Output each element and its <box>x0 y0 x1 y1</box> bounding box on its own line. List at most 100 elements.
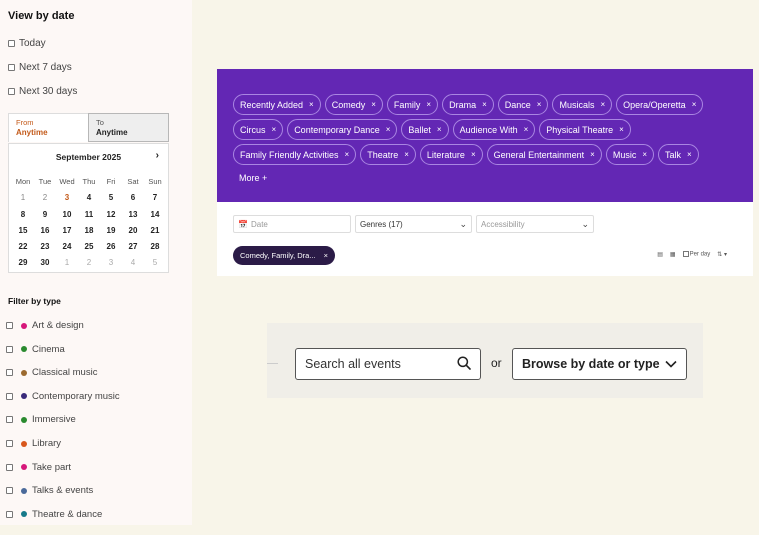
remove-tag-icon[interactable]: × <box>687 150 692 159</box>
checkbox[interactable] <box>6 510 13 518</box>
date-option-today[interactable]: Today <box>8 38 46 49</box>
remove-tag-icon[interactable]: × <box>524 125 529 134</box>
remove-tag-icon[interactable]: × <box>426 100 431 109</box>
date-option-next-7-days[interactable]: Next 7 days <box>8 62 72 73</box>
genre-tag[interactable]: Literature × <box>419 144 483 165</box>
calendar-day[interactable]: 28 <box>144 240 166 253</box>
calendar-day[interactable]: 13 <box>122 208 144 221</box>
calendar-day[interactable]: 25 <box>78 240 100 253</box>
checkbox[interactable] <box>6 487 13 495</box>
calendar-day[interactable]: 7 <box>144 191 166 204</box>
checkbox[interactable] <box>6 369 13 377</box>
remove-tag-icon[interactable]: × <box>345 150 350 159</box>
genre-tag[interactable]: Comedy × <box>324 94 383 115</box>
calendar-day[interactable]: 17 <box>56 224 78 237</box>
calendar-day[interactable]: 18 <box>78 224 100 237</box>
search-icon[interactable] <box>457 355 471 373</box>
genre-tag[interactable]: Recently Added × <box>233 94 321 115</box>
date-option-next-30-days[interactable]: Next 30 days <box>8 86 77 97</box>
range-from-field[interactable]: From Anytime <box>8 113 88 142</box>
genre-tag[interactable]: Family × <box>386 94 439 115</box>
genre-tag[interactable]: Circus × <box>233 119 284 140</box>
checkbox[interactable] <box>8 64 15 71</box>
calendar-day[interactable]: 15 <box>12 224 34 237</box>
genre-tag[interactable]: Music × <box>605 144 655 165</box>
calendar-day[interactable]: 24 <box>56 240 78 253</box>
remove-tag-icon[interactable]: × <box>590 150 595 159</box>
genre-tag[interactable]: Musicals × <box>552 94 613 115</box>
genre-tag[interactable]: Ballet × <box>401 119 449 140</box>
remove-tag-icon[interactable]: × <box>309 100 314 109</box>
type-filter-option[interactable]: Art & design <box>6 320 84 331</box>
genre-tag[interactable]: Drama × <box>442 94 494 115</box>
calendar-day[interactable]: 2 <box>34 191 56 204</box>
type-filter-option[interactable]: Theatre & dance <box>6 509 102 520</box>
checkbox[interactable] <box>6 440 13 447</box>
range-to-field[interactable]: To Anytime <box>88 113 169 142</box>
remove-tag-icon[interactable]: × <box>619 125 624 134</box>
calendar-day[interactable]: 4 <box>78 191 100 204</box>
checkbox[interactable] <box>8 40 15 47</box>
genres-select[interactable]: Genres (17) ⌄ <box>355 215 472 233</box>
checkbox[interactable] <box>6 322 13 329</box>
checkbox[interactable] <box>6 463 13 471</box>
remove-tag-icon[interactable]: × <box>437 125 442 134</box>
sort-icon[interactable]: ⇅ ▾ <box>717 251 727 258</box>
remove-tag-icon[interactable]: × <box>404 150 409 159</box>
remove-tag-icon[interactable]: × <box>471 150 476 159</box>
calendar-day[interactable]: 1 <box>12 191 34 204</box>
remove-tag-icon[interactable]: × <box>272 125 277 134</box>
browse-by-date-or-type-button[interactable]: Browse by date or type <box>512 348 687 380</box>
remove-tag-icon[interactable]: × <box>642 150 647 159</box>
type-filter-option[interactable]: Cinema <box>6 344 65 355</box>
calendar-day[interactable]: 9 <box>34 208 56 221</box>
calendar-day[interactable]: 19 <box>100 224 122 237</box>
genre-tag[interactable]: Talk × <box>658 144 699 165</box>
checkbox[interactable] <box>682 251 689 258</box>
remove-tag-icon[interactable]: × <box>537 100 542 109</box>
calendar-day[interactable]: 22 <box>12 240 34 253</box>
calendar-day[interactable]: 29 <box>12 256 34 269</box>
remove-tag-icon[interactable]: × <box>371 100 376 109</box>
per-day-toggle[interactable]: Per day <box>682 251 710 258</box>
remove-tag-icon[interactable]: × <box>600 100 605 109</box>
search-input[interactable]: Search all events <box>295 348 481 380</box>
calendar-day[interactable]: 26 <box>100 240 122 253</box>
calendar-day[interactable]: 12 <box>100 208 122 221</box>
genre-tag[interactable]: Dance × <box>497 94 549 115</box>
genre-tag[interactable]: Audience With × <box>452 119 536 140</box>
list-view-icon[interactable]: ▤ <box>657 251 663 258</box>
checkbox[interactable] <box>6 345 13 353</box>
calendar-day[interactable]: 20 <box>122 224 144 237</box>
accessibility-select[interactable]: Accessibility ⌄ <box>476 215 594 233</box>
checkbox[interactable] <box>6 416 13 424</box>
genre-tag[interactable]: Theatre × <box>360 144 416 165</box>
active-filter-chip[interactable]: Comedy, Family, Dra... × <box>233 246 335 265</box>
remove-tag-icon[interactable]: × <box>482 100 487 109</box>
genre-tag[interactable]: Family Friendly Activities × <box>233 144 357 165</box>
calendar-day[interactable]: 27 <box>122 240 144 253</box>
calendar-day[interactable]: 21 <box>144 224 166 237</box>
calendar-day[interactable]: 8 <box>12 208 34 221</box>
calendar-day[interactable]: 23 <box>34 240 56 253</box>
calendar-day[interactable]: 3 <box>56 191 78 204</box>
calendar-day[interactable]: 10 <box>56 208 78 221</box>
calendar-day[interactable]: 6 <box>122 191 144 204</box>
checkbox[interactable] <box>8 88 15 95</box>
more-genres-link[interactable]: More + <box>239 173 267 183</box>
remove-tag-icon[interactable]: × <box>692 100 697 109</box>
calendar-day[interactable]: 11 <box>78 208 100 221</box>
calendar-day[interactable]: 30 <box>34 256 56 269</box>
genre-tag[interactable]: Opera/Operetta × <box>616 94 704 115</box>
calendar-day[interactable]: 5 <box>100 191 122 204</box>
remove-tag-icon[interactable]: × <box>386 125 391 134</box>
type-filter-option[interactable]: Library <box>6 438 61 449</box>
type-filter-option[interactable]: Immersive <box>6 414 76 425</box>
calendar-day[interactable]: 16 <box>34 224 56 237</box>
type-filter-option[interactable]: Contemporary music <box>6 391 120 402</box>
calendar-day[interactable]: 14 <box>144 208 166 221</box>
genre-tag[interactable]: Contemporary Dance × <box>287 119 398 140</box>
type-filter-option[interactable]: Take part <box>6 462 71 473</box>
chevron-right-icon[interactable]: › <box>156 150 159 161</box>
genre-tag[interactable]: Physical Theatre × <box>539 119 631 140</box>
